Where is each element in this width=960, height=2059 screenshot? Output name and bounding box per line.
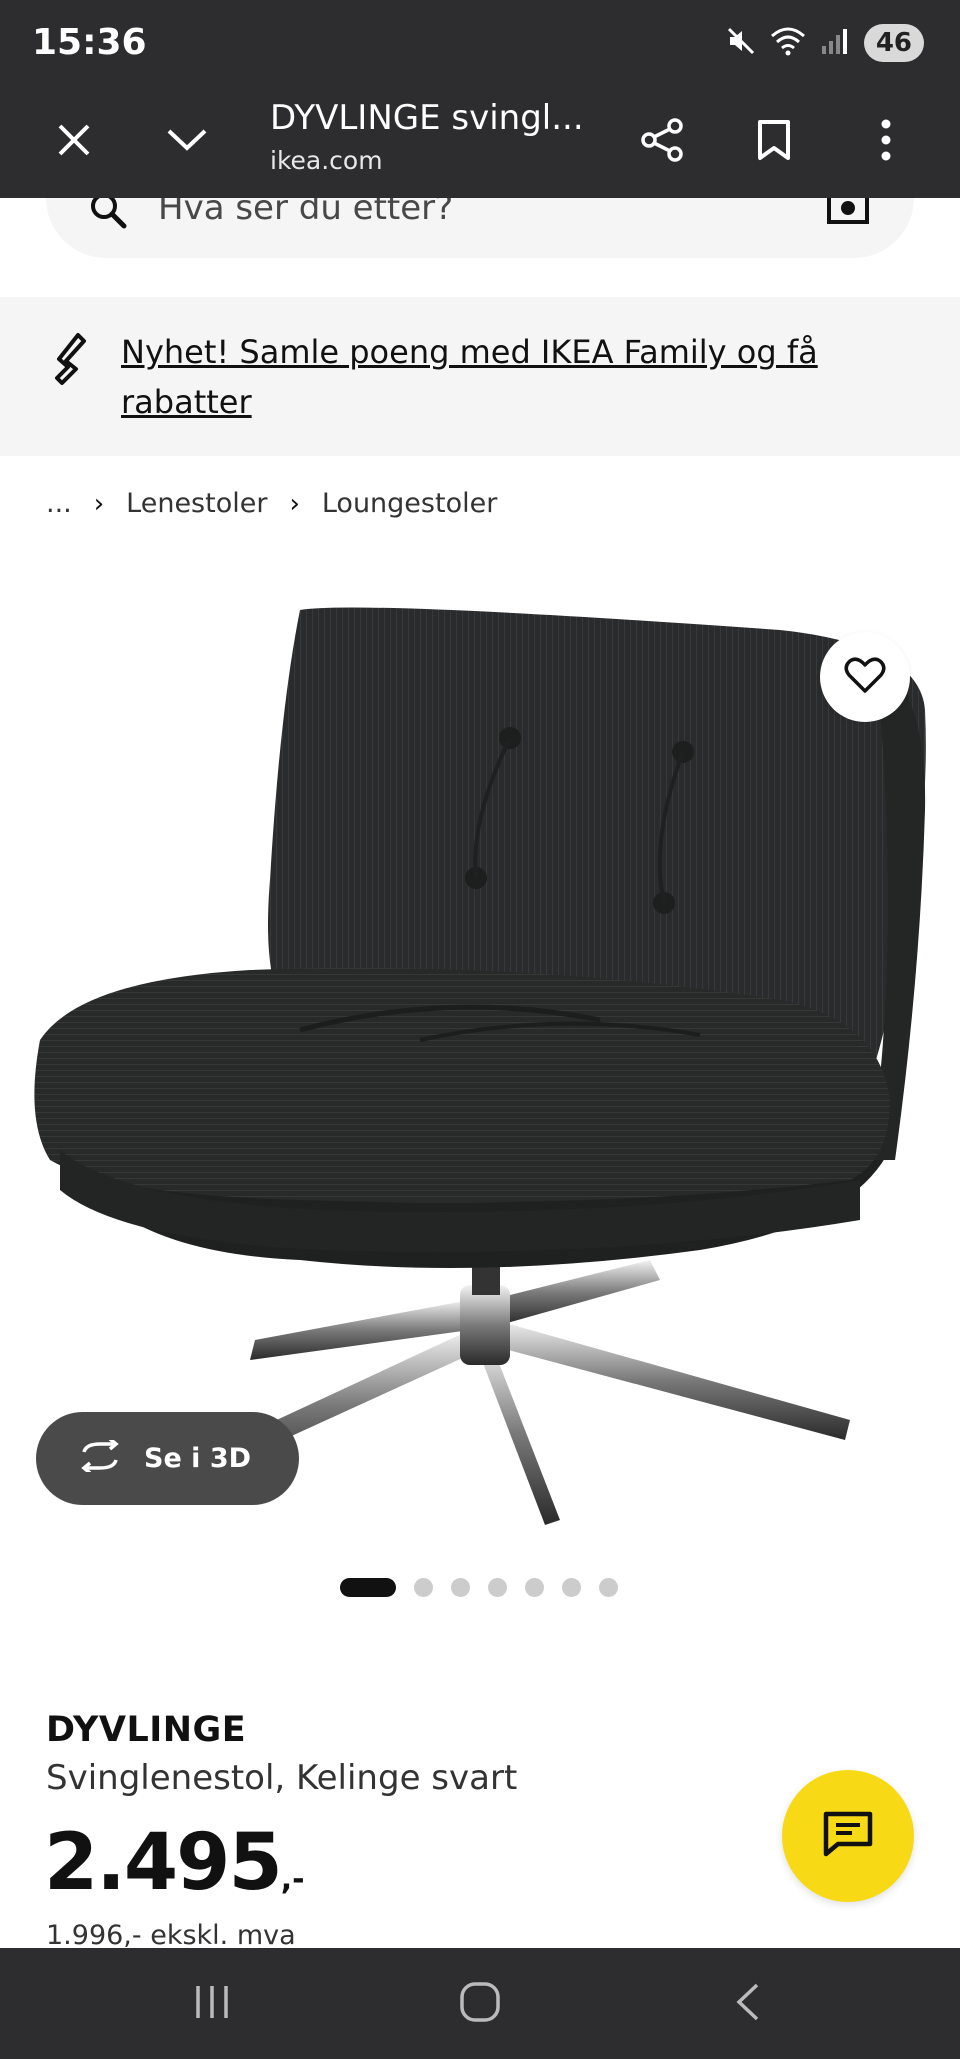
camera-icon[interactable] [826, 198, 870, 231]
carousel-dot[interactable] [451, 1578, 470, 1597]
breadcrumb-item-loungestoler[interactable]: Loungestoler [322, 488, 497, 519]
carousel-dot-active[interactable] [340, 1578, 396, 1597]
mute-icon [726, 26, 756, 61]
status-time: 15:36 [32, 22, 147, 63]
link-icon [54, 331, 94, 392]
more-options-button[interactable] [852, 108, 920, 176]
bookmark-button[interactable] [740, 108, 808, 176]
breadcrumb-ellipsis[interactable]: ... [46, 488, 72, 519]
product-image[interactable] [0, 560, 960, 1540]
home-icon [459, 1981, 501, 2028]
favourite-button[interactable] [820, 632, 910, 722]
family-promo-link[interactable]: Nyhet! Samle poeng med IKEA Family og få… [121, 327, 841, 427]
family-promo-banner: Nyhet! Samle poeng med IKEA Family og få… [0, 297, 960, 456]
share-icon [639, 117, 685, 168]
page-domain: ikea.com [270, 146, 383, 175]
home-button[interactable] [450, 1976, 510, 2032]
carousel-dot[interactable] [414, 1578, 433, 1597]
status-icons: 46 [726, 22, 924, 64]
share-button[interactable] [628, 108, 696, 176]
chevron-right-icon: › [93, 488, 105, 519]
recent-apps-button[interactable] [182, 1976, 242, 2032]
image-carousel-indicator [340, 1578, 618, 1597]
back-button[interactable] [718, 1976, 778, 2032]
search-section: Hva ser du etter? [0, 198, 960, 296]
system-navigation-bar [0, 1948, 960, 2059]
back-icon [733, 1982, 763, 2027]
more-vert-icon [880, 119, 892, 166]
view-in-3d-button[interactable]: Se i 3D [36, 1412, 299, 1505]
chevron-down-icon [166, 127, 208, 158]
breadcrumb-item-lenestoler[interactable]: Lenestoler [126, 488, 267, 519]
breadcrumb: ... › Lenestoler › Loungestoler [46, 488, 497, 519]
page-title: DYVLINGE svingl... [270, 98, 584, 138]
close-icon [56, 122, 92, 163]
product-price: 2.495,- [44, 1818, 305, 1908]
chat-button[interactable] [782, 1770, 914, 1902]
page-title-area[interactable]: DYVLINGE svingl... ikea.com [270, 94, 590, 175]
carousel-dot[interactable] [599, 1578, 618, 1597]
search-placeholder: Hva ser du etter? [158, 198, 454, 228]
price-suffix: ,- [280, 1862, 305, 1897]
battery-indicator: 46 [863, 24, 924, 62]
view-in-3d-label: Se i 3D [144, 1443, 252, 1474]
price-excl-vat: 1.996,- ekskl. mva [46, 1920, 296, 1951]
product-name: DYVLINGE [46, 1710, 247, 1750]
carousel-dot[interactable] [525, 1578, 544, 1597]
signal-icon [820, 26, 850, 61]
browser-toolbar: DYVLINGE svingl... ikea.com [0, 86, 960, 198]
heart-icon [844, 656, 886, 699]
close-tab-button[interactable] [40, 108, 108, 176]
status-bar: 15:36 46 [0, 0, 960, 86]
price-value: 2.495 [44, 1818, 283, 1908]
chat-icon [822, 1810, 874, 1863]
minimize-button[interactable] [153, 108, 221, 176]
rotate-3d-icon [76, 1437, 124, 1477]
recent-apps-icon [192, 1984, 232, 2025]
search-icon [88, 198, 128, 235]
carousel-dot[interactable] [488, 1578, 507, 1597]
bookmark-icon [757, 119, 791, 166]
chevron-right-icon: › [289, 488, 300, 519]
product-description: Svinglenestol, Kelinge svart [46, 1758, 518, 1798]
wifi-icon [770, 26, 806, 61]
carousel-dot[interactable] [562, 1578, 581, 1597]
search-input[interactable]: Hva ser du etter? [46, 198, 914, 258]
